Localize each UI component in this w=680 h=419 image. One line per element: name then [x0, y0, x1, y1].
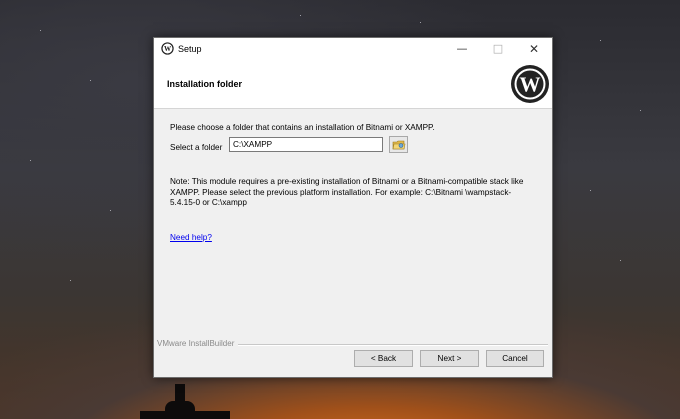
page-title: Installation folder: [167, 79, 243, 89]
intro-text: Please choose a folder that contains an …: [170, 123, 435, 132]
minimize-button[interactable]: —: [444, 38, 480, 61]
svg-text:W: W: [164, 45, 172, 53]
wordpress-icon: W: [161, 42, 174, 55]
setup-window: W Setup — □ ✕ Installation folder W Plea…: [153, 37, 553, 378]
next-button[interactable]: Next >: [420, 350, 479, 367]
installbuilder-brand: VMware InstallBuilder: [157, 339, 237, 348]
window-title: Setup: [178, 44, 202, 54]
title-bar: W Setup — □ ✕: [154, 38, 552, 61]
wizard-header: Installation folder W: [154, 61, 552, 109]
maximize-button[interactable]: □: [480, 38, 516, 61]
folder-path-input[interactable]: [229, 137, 383, 152]
close-button[interactable]: ✕: [516, 38, 552, 61]
wordpress-logo: W: [511, 65, 549, 103]
note-text: Note: This module requires a pre-existin…: [170, 177, 524, 207]
need-help-link[interactable]: Need help?: [170, 233, 212, 242]
back-button[interactable]: < Back: [354, 350, 413, 367]
browse-folder-button[interactable]: [389, 136, 408, 153]
svg-text:W: W: [520, 73, 541, 97]
folder-label: Select a folder: [170, 143, 223, 152]
footer-divider: [238, 344, 548, 346]
wizard-content: Please choose a folder that contains an …: [154, 109, 552, 337]
folder-browse-icon: [392, 140, 406, 150]
cancel-button[interactable]: Cancel: [486, 350, 544, 367]
